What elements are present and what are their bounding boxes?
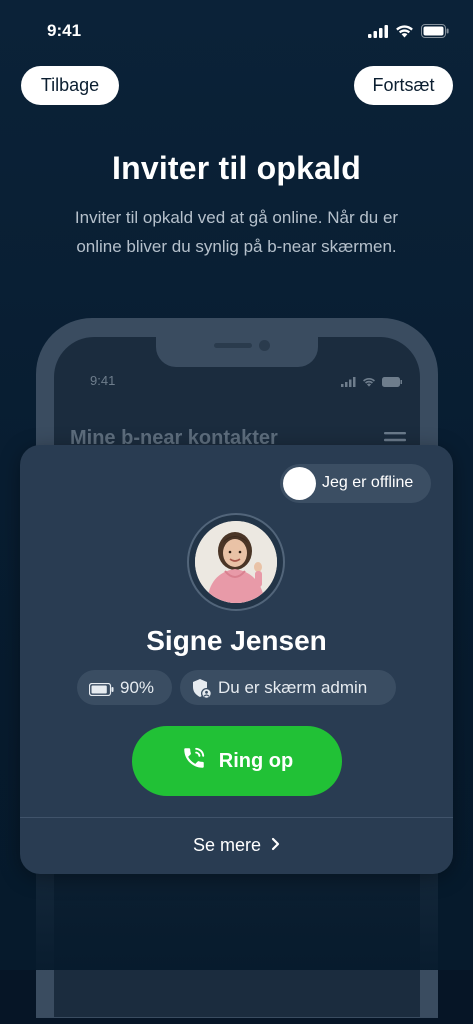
notch-speaker bbox=[214, 343, 252, 348]
notch-camera bbox=[259, 340, 270, 351]
mock-cellular-icon bbox=[341, 374, 356, 392]
contact-card: Jeg er offline Signe Jensen 90% Du er sk… bbox=[20, 445, 453, 874]
see-more-link[interactable]: Se mere bbox=[20, 835, 453, 856]
continue-button[interactable]: Fortsæt bbox=[354, 66, 453, 105]
shield-user-icon bbox=[191, 678, 213, 705]
back-button[interactable]: Tilbage bbox=[21, 66, 119, 105]
cellular-icon bbox=[368, 24, 388, 43]
online-status-label: Jeg er offline bbox=[322, 474, 414, 491]
see-more-label: Se mere bbox=[192, 835, 262, 855]
battery-chip: 90% bbox=[77, 670, 172, 705]
battery-icon bbox=[421, 24, 449, 43]
mock-status-time: 9:41 bbox=[90, 373, 116, 388]
call-button-label: Ring op bbox=[218, 749, 294, 772]
status-time: 9:41 bbox=[47, 21, 82, 40]
wifi-icon bbox=[395, 24, 414, 43]
role-label: Du er skærm admin bbox=[218, 678, 368, 697]
battery-label: 90% bbox=[120, 678, 155, 697]
phone-call-icon bbox=[181, 745, 207, 777]
screen: 9:41 Tilbage Fortsæt Inviter til opkald … bbox=[0, 0, 473, 1024]
device-battery-icon bbox=[88, 681, 114, 701]
role-chip: Du er skærm admin bbox=[180, 670, 396, 705]
mock-battery-icon bbox=[382, 374, 402, 392]
page-title: Inviter til opkald bbox=[112, 150, 361, 186]
mock-wifi-icon bbox=[362, 374, 376, 392]
phone-notch bbox=[156, 337, 318, 367]
online-status-toggle[interactable]: Jeg er offline bbox=[280, 464, 431, 503]
status-icons bbox=[368, 24, 449, 43]
avatar bbox=[195, 521, 277, 603]
card-divider bbox=[20, 817, 453, 818]
toggle-knob[interactable] bbox=[283, 467, 316, 500]
contact-name: Signe Jensen bbox=[146, 625, 327, 656]
avatar-ring bbox=[187, 513, 285, 611]
chevron-right-icon bbox=[271, 835, 280, 856]
page-subtitle: Inviter til opkald ved at gå online. Når… bbox=[74, 208, 399, 256]
mock-status-icons bbox=[341, 374, 402, 392]
call-button[interactable]: Ring op bbox=[132, 726, 342, 796]
